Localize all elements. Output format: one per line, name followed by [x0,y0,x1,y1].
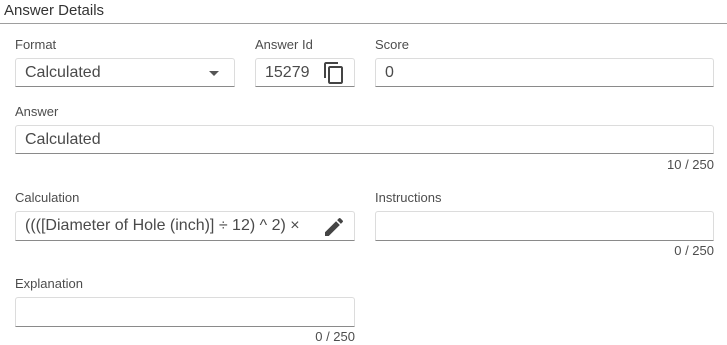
answer-label: Answer [15,104,59,119]
format-select[interactable]: Calculated [15,58,235,87]
answer-counter: 10 / 250 [667,157,714,172]
calculation-field[interactable]: ((([Diameter of Hole (inch)] ÷ 12) ^ 2) … [15,211,355,241]
copy-icon[interactable] [322,61,346,85]
answer-field[interactable]: Calculated [15,125,714,154]
chevron-down-icon [209,71,219,76]
instructions-label: Instructions [375,190,442,205]
format-label: Format [15,37,57,52]
calculation-value: ((([Diameter of Hole (inch)] ÷ 12) ^ 2) … [25,217,300,239]
answer-id-field[interactable]: 15279 [255,58,355,87]
answer-id-label: Answer Id [255,37,313,52]
format-value: Calculated [25,64,101,81]
calculation-label: Calculation [15,190,80,205]
score-value: 0 [385,64,394,81]
score-field[interactable]: 0 [375,58,714,87]
instructions-counter: 0 / 250 [674,243,714,258]
explanation-field[interactable] [15,297,355,327]
section-divider [0,23,727,24]
answer-value: Calculated [25,131,101,148]
explanation-label: Explanation [15,276,83,291]
section-title: Answer Details [4,2,105,19]
answer-id-value: 15279 [265,64,310,81]
explanation-counter: 0 / 250 [315,329,355,344]
score-label: Score [375,37,409,52]
edit-icon[interactable] [322,215,346,239]
instructions-field[interactable] [375,211,714,241]
